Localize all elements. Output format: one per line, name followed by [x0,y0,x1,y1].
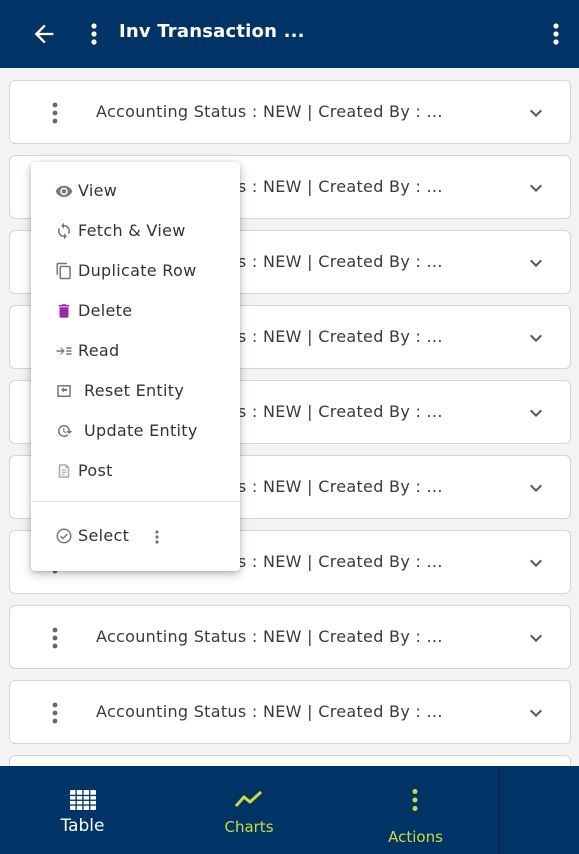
menu-item-fetch-view[interactable]: Fetch & View [31,212,240,252]
page-title: Inv Transaction ... [119,21,305,42]
menu-item-label: Delete [78,301,133,320]
chevron-down-icon[interactable] [524,401,548,425]
menu-item-label: Fetch & View [78,221,186,240]
chevron-down-icon[interactable] [524,476,548,500]
row-menu-icon[interactable] [47,624,63,652]
app-header: Inv Transaction ... [0,0,579,68]
back-arrow-icon[interactable] [30,20,58,48]
chevron-down-icon[interactable] [524,701,548,725]
row-summary: Accounting Status : NEW | Created By : .… [96,627,443,646]
chart-line-icon [235,790,263,807]
bottom-navigation: Table Charts Actions [0,766,579,854]
refresh-icon [58,222,70,240]
list-item[interactable]: Accounting Status : NEW | Created By : .… [9,80,571,144]
menu-item-view[interactable]: View [31,172,240,212]
menu-item-label: Read [78,341,120,360]
tab-charts[interactable]: Charts [165,766,333,854]
list-item[interactable]: Accounting Status : NEW | Created By : .… [9,605,571,669]
overflow-menu-icon[interactable] [548,20,564,48]
tab-table[interactable]: Table [0,766,165,854]
menu-item-label: Duplicate Row [78,261,197,280]
row-context-menu: View Fetch & View Duplicate Row Delete R… [31,162,240,571]
reset-icon [57,385,71,397]
menu-item-label: Update Entity [84,421,198,440]
table-icon [70,790,96,810]
row-menu-icon[interactable] [47,699,63,727]
more-vertical-icon [412,789,418,811]
menu-divider [31,501,240,502]
chevron-down-icon[interactable] [524,101,548,125]
menu-item-label: View [78,181,118,200]
check-circle-icon [56,528,72,544]
menu-item-update-entity[interactable]: Update Entity [31,412,240,452]
eye-icon [55,185,73,197]
menu-item-post[interactable]: Post [31,452,240,492]
chevron-down-icon[interactable] [524,326,548,350]
menu-item-delete[interactable]: Delete [31,292,240,332]
copy-icon [56,262,71,280]
header-menu-icon[interactable] [86,20,102,48]
chevron-down-icon[interactable] [524,626,548,650]
update-icon [58,425,73,438]
tab-actions[interactable]: Actions [333,766,498,854]
menu-item-label: Post [78,461,113,480]
post-icon [58,464,70,478]
chevron-down-icon[interactable] [524,176,548,200]
menu-item-duplicate-row[interactable]: Duplicate Row [31,252,240,292]
menu-item-label: Select [78,526,130,545]
row-summary: Accounting Status : NEW | Created By : .… [96,102,443,121]
menu-item-reset-entity[interactable]: Reset Entity [31,372,240,412]
tab-label: Actions [388,828,443,846]
read-icon [56,347,72,355]
chevron-down-icon[interactable] [524,551,548,575]
list-item[interactable]: Accounting Status : NEW | Created By : .… [9,680,571,744]
list-item-partial[interactable] [9,755,571,766]
row-menu-icon[interactable] [47,99,63,127]
menu-item-select[interactable]: Select [31,517,141,557]
row-summary: Accounting Status : NEW | Created By : .… [96,702,443,721]
tab-label: Charts [224,818,274,836]
tab-label: Table [60,816,105,836]
select-options-icon[interactable] [151,528,163,546]
trash-icon [58,304,70,318]
menu-item-label: Reset Entity [84,381,185,400]
nav-divider [498,766,500,854]
chevron-down-icon[interactable] [524,251,548,275]
menu-item-read[interactable]: Read [31,332,240,372]
